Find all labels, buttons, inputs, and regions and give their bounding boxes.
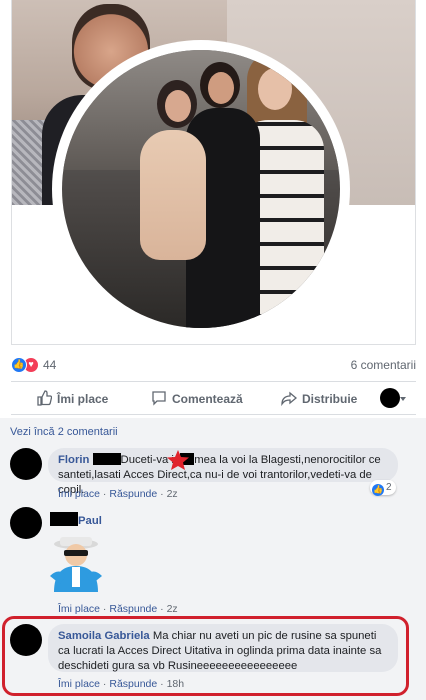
profile-avatar-icon	[380, 388, 400, 408]
avatar[interactable]	[10, 448, 42, 480]
caret-down-icon	[400, 397, 406, 401]
comment-bubble: Florin Duceti-va in mea la voi la Blagest…	[48, 448, 398, 496]
sticker-image[interactable]	[46, 534, 106, 592]
star-icon	[167, 450, 189, 470]
audience-selector[interactable]	[380, 388, 406, 408]
comment-button[interactable]: Comentează	[151, 390, 243, 406]
comment-icon	[152, 391, 166, 406]
comment-count[interactable]: 6 comentarii	[351, 358, 416, 372]
comment-like-link[interactable]: Îmi place	[58, 603, 100, 615]
comment-author[interactable]: Florin	[58, 454, 89, 466]
like-count-badge[interactable]: 👍 2	[370, 480, 396, 496]
action-bar: Îmi place Comentează Distribuie	[11, 381, 416, 415]
comment-time[interactable]: 2z	[167, 603, 178, 615]
thumbs-up-icon	[37, 390, 53, 406]
avatar[interactable]	[10, 507, 42, 539]
like-button[interactable]: Îmi place	[36, 390, 108, 406]
comment-reply-link[interactable]: Răspunde	[109, 488, 157, 500]
like-icon: 👍	[372, 484, 384, 496]
comment-meta: Îmi place · Răspunde · 2z	[58, 488, 178, 500]
comment-author[interactable]: Paul	[78, 515, 102, 527]
redaction-box	[50, 512, 78, 526]
highlight-frame	[2, 616, 409, 696]
like-reaction-icon[interactable]: 👍	[11, 357, 27, 373]
share-icon	[281, 391, 298, 407]
reaction-count[interactable]: 44	[43, 358, 56, 372]
comment-like-link[interactable]: Îmi place	[58, 488, 100, 500]
comment-bubble: Paul	[50, 507, 120, 531]
comment-reply-link[interactable]: Răspunde	[109, 603, 157, 615]
comment-meta: Îmi place · Răspunde · 2z	[58, 603, 178, 615]
profile-photo[interactable]	[62, 50, 340, 328]
comment-time[interactable]: 2z	[167, 488, 178, 500]
view-more-comments-link[interactable]: Vezi încă 2 comentarii	[10, 426, 118, 438]
redaction-box	[92, 453, 121, 465]
share-button[interactable]: Distribuie	[281, 390, 357, 407]
reactions-bar: 👍 ♥ 44 6 comentarii	[11, 355, 416, 375]
